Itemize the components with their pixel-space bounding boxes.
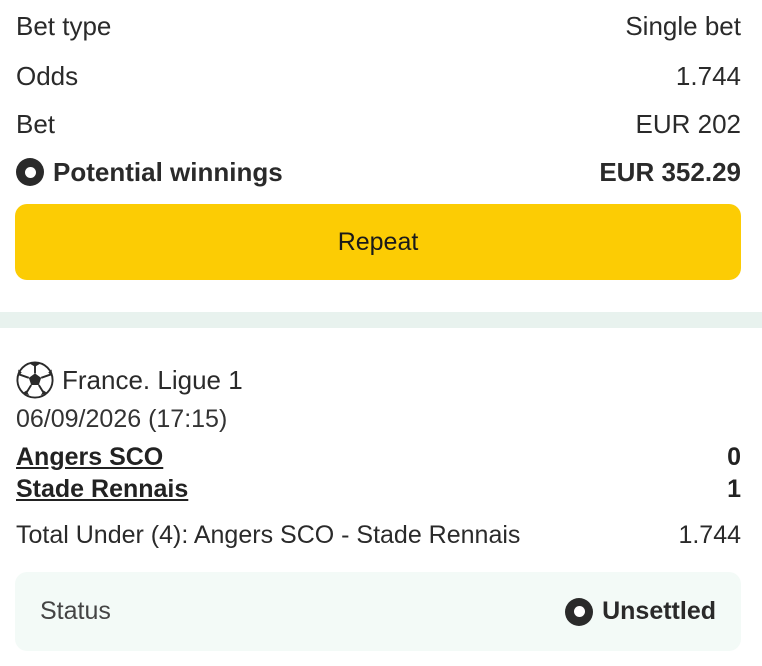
market-row: Total Under (4): Angers SCO - Stade Renn… <box>16 521 741 550</box>
event-card: France. Ligue 1 06/09/2026 (17:15) Anger… <box>0 328 762 550</box>
odds-value: 1.744 <box>675 60 741 91</box>
potential-winnings-row: Potential winnings EUR 352.29 <box>16 148 741 196</box>
market-name: Total Under (4): Angers SCO - Stade Renn… <box>16 521 521 549</box>
bet-type-label: Bet type <box>16 10 112 41</box>
team-row-home: Angers SCO 0 <box>16 441 741 473</box>
potential-winnings-label-wrap: Potential winnings <box>16 157 283 188</box>
repeat-button[interactable]: Repeat <box>15 204 741 280</box>
event-date: 06/09/2026 (17:15) <box>16 405 228 433</box>
status-box: Status Unsettled <box>15 572 741 651</box>
league-name: France. Ligue 1 <box>62 364 243 395</box>
team-row-away: Stade Rennais 1 <box>16 473 741 505</box>
bet-amount-value: EUR 202 <box>635 108 742 139</box>
potential-winnings-label: Potential winnings <box>53 156 283 187</box>
home-team-score: 0 <box>727 443 741 471</box>
status-label: Status <box>40 597 111 625</box>
away-team-link[interactable]: Stade Rennais <box>16 473 188 505</box>
away-team-score: 1 <box>727 475 741 503</box>
odds-label: Odds <box>16 60 79 91</box>
status-value-wrap: Unsettled <box>565 597 716 626</box>
status-value: Unsettled <box>602 597 716 625</box>
bet-amount-row: Bet EUR 202 <box>16 100 741 148</box>
odds-row: Odds 1.744 <box>16 52 741 100</box>
status-ring-icon <box>16 158 44 186</box>
status-ring-icon <box>565 597 594 626</box>
market-odds: 1.744 <box>678 521 741 549</box>
home-team-link[interactable]: Angers SCO <box>16 441 163 473</box>
potential-winnings-value: EUR 352.29 <box>599 156 741 187</box>
repeat-button-label: Repeat <box>337 227 419 256</box>
soccer-ball-icon <box>16 361 54 399</box>
bet-summary: Bet type Single bet Odds 1.744 Bet EUR 2… <box>0 0 762 196</box>
league-row: France. Ligue 1 <box>16 361 741 399</box>
bet-type-value: Single bet <box>625 10 741 41</box>
section-divider <box>0 312 762 328</box>
bet-amount-label: Bet <box>16 108 56 139</box>
bet-type-row: Bet type Single bet <box>16 0 741 52</box>
